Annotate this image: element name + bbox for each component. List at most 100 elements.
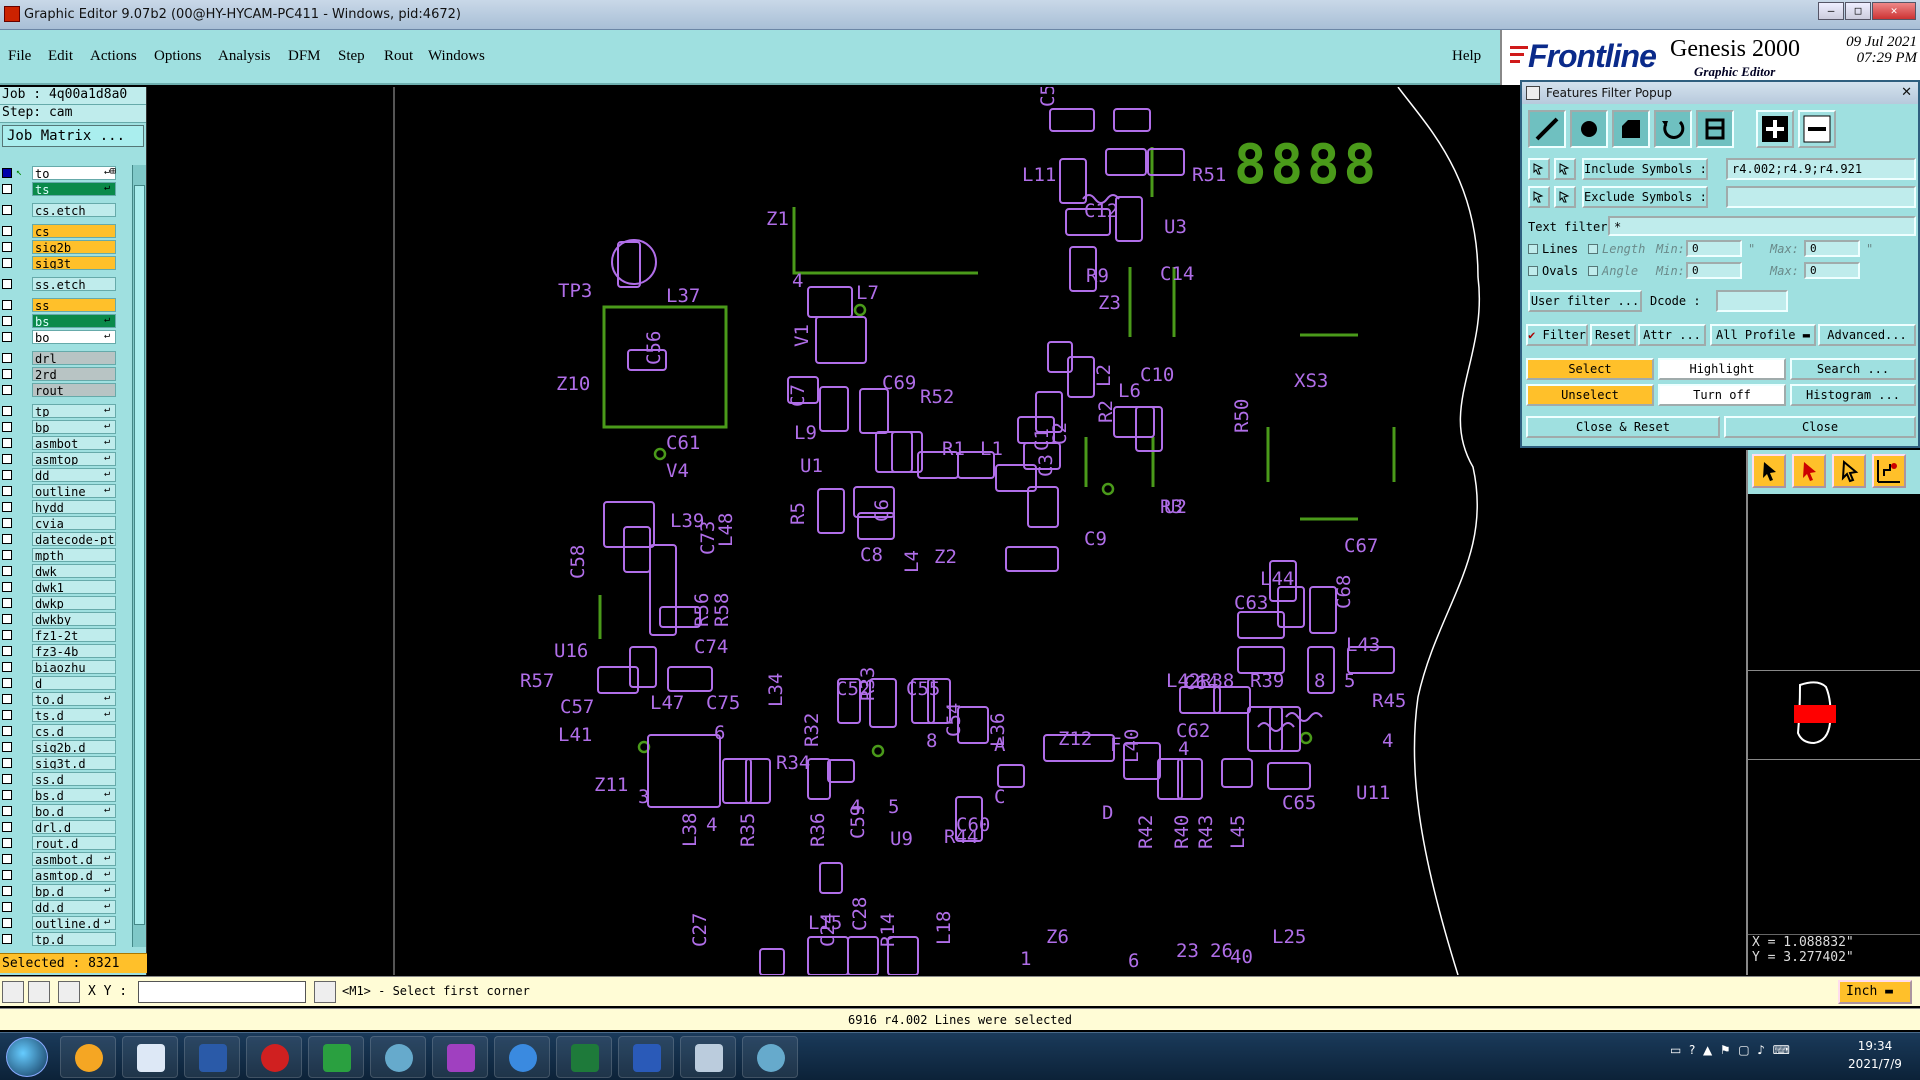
layer-checkbox[interactable] <box>2 646 12 656</box>
layer-checkbox[interactable] <box>2 226 12 236</box>
layer-row[interactable]: sig2b <box>0 239 132 255</box>
snap-pointer-button[interactable] <box>1752 454 1786 488</box>
user-filter-button[interactable]: User filter ... <box>1528 290 1642 312</box>
layer-checkbox[interactable] <box>2 502 12 512</box>
layer-checkbox[interactable] <box>2 534 12 544</box>
layer-row[interactable]: d <box>0 675 132 691</box>
taskbar-app-eye[interactable] <box>370 1036 426 1078</box>
layer-checkbox[interactable] <box>2 694 12 704</box>
snap-grid-button[interactable] <box>1872 454 1906 488</box>
layer-row[interactable]: ts ↵ <box>0 181 132 197</box>
length-min-field[interactable]: 0 <box>1686 240 1742 257</box>
layer-name[interactable]: dwk1 <box>32 580 116 594</box>
layer-checkbox[interactable] <box>2 518 12 528</box>
lines-checkbox[interactable] <box>1528 244 1538 254</box>
menu-options[interactable]: Options <box>154 48 202 65</box>
attr-button[interactable]: Attr ... <box>1638 324 1706 346</box>
layer-name[interactable]: dwk <box>32 564 116 578</box>
layer-row[interactable]: asmbot ↵ <box>0 435 132 451</box>
popup-close-icon[interactable]: ✕ <box>1901 82 1912 104</box>
layer-name[interactable]: tp.d <box>32 932 116 946</box>
taskbar-app-eye2[interactable] <box>742 1036 798 1078</box>
layer-row[interactable]: ts.d ↵ <box>0 707 132 723</box>
layer-checkbox[interactable] <box>2 886 12 896</box>
layer-checkbox[interactable] <box>2 678 12 688</box>
taskbar-clock[interactable]: 19:34 2021/7/9 <box>1840 1037 1910 1073</box>
layer-row[interactable]: ↖ to ↵⊞ <box>0 165 132 181</box>
layer-name[interactable]: fz3-4b <box>32 644 116 658</box>
snap-red-pointer-button[interactable] <box>1792 454 1826 488</box>
layer-name[interactable]: 2rd <box>32 367 116 381</box>
exclude-symbols-field[interactable] <box>1726 186 1916 208</box>
layer-row[interactable]: ss <box>0 297 132 313</box>
layer-checkbox[interactable] <box>2 934 12 944</box>
layer-name[interactable]: biaozhu <box>32 660 116 674</box>
layer-row[interactable]: asmbot.d ↵ <box>0 851 132 867</box>
layer-checkbox[interactable] <box>2 279 12 289</box>
layer-checkbox[interactable] <box>2 205 12 215</box>
text-filter-field[interactable]: * <box>1608 216 1916 236</box>
menu-file[interactable]: File <box>8 48 31 65</box>
layer-checkbox[interactable] <box>2 300 12 310</box>
taskbar-app-genesis[interactable] <box>246 1036 302 1078</box>
menu-help[interactable]: Help <box>1452 48 1481 65</box>
layer-checkbox[interactable] <box>2 168 12 178</box>
layer-checkbox[interactable] <box>2 470 12 480</box>
layer-name[interactable]: ss.etch <box>32 277 116 291</box>
layer-row[interactable]: cs.d <box>0 723 132 739</box>
ovals-checkbox[interactable] <box>1528 266 1538 276</box>
menu-actions[interactable]: Actions <box>90 48 137 65</box>
layer-row[interactable]: rout.d <box>0 835 132 851</box>
text-cursor-icon[interactable] <box>314 981 336 1003</box>
layer-row[interactable]: mpth <box>0 547 132 563</box>
layer-checkbox[interactable] <box>2 550 12 560</box>
pad-feature-button[interactable] <box>1570 110 1608 148</box>
taskbar-app-feather[interactable] <box>494 1036 550 1078</box>
layer-row[interactable]: to.d ↵ <box>0 691 132 707</box>
layer-row[interactable]: drl <box>0 350 132 366</box>
layer-checkbox[interactable] <box>2 566 12 576</box>
all-profile-dropdown[interactable]: All Profile ▬ <box>1710 324 1816 346</box>
histogram-button[interactable]: Histogram ... <box>1790 384 1916 406</box>
layer-row[interactable]: fz3-4b <box>0 643 132 659</box>
layer-name[interactable]: dwkp <box>32 596 116 610</box>
layer-row[interactable]: bp ↵ <box>0 419 132 435</box>
layer-row[interactable]: fz1-2t <box>0 627 132 643</box>
taskbar-app-notepad[interactable] <box>122 1036 178 1078</box>
layer-checkbox[interactable] <box>2 258 12 268</box>
layer-checkbox[interactable] <box>2 406 12 416</box>
include-pick-all-button[interactable] <box>1554 158 1576 180</box>
taskbar-app-drive[interactable] <box>680 1036 736 1078</box>
include-pick-button[interactable] <box>1528 158 1550 180</box>
layer-checkbox[interactable] <box>2 614 12 624</box>
highlight-button[interactable]: Highlight <box>1658 358 1786 380</box>
layer-checkbox[interactable] <box>2 369 12 379</box>
system-tray[interactable]: ▭ ? ▲ ⚑ ▢ ♪ ⌨ <box>1670 1043 1790 1057</box>
exclude-pick-button[interactable] <box>1528 186 1550 208</box>
layer-name[interactable]: rout <box>32 383 116 397</box>
layer-checkbox[interactable] <box>2 710 12 720</box>
layer-name[interactable]: dwkby <box>32 612 116 626</box>
filter-toggle[interactable]: ✔ Filter <box>1526 324 1588 346</box>
layer-checkbox[interactable] <box>2 758 12 768</box>
layer-checkbox[interactable] <box>2 902 12 912</box>
layer-name[interactable]: sig2b <box>32 240 116 254</box>
layer-row[interactable]: bp.d ↵ <box>0 883 132 899</box>
layer-checkbox[interactable] <box>2 918 12 928</box>
select-button[interactable]: Select <box>1526 358 1654 380</box>
layer-name[interactable]: mpth <box>32 548 116 562</box>
menu-windows[interactable]: Windows <box>428 48 485 65</box>
layer-checkbox[interactable] <box>2 662 12 672</box>
minimize-button[interactable]: – <box>1818 2 1844 20</box>
menu-edit[interactable]: Edit <box>48 48 73 65</box>
layer-name[interactable]: drl.d <box>32 820 116 834</box>
menu-dfm[interactable]: DFM <box>288 48 321 65</box>
layer-checkbox[interactable] <box>2 630 12 640</box>
layer-checkbox[interactable] <box>2 454 12 464</box>
layer-name[interactable]: fz1-2t <box>32 628 116 642</box>
layer-name[interactable]: rout.d <box>32 836 116 850</box>
layer-row[interactable]: rout <box>0 382 132 398</box>
snap-outline-pointer-button[interactable] <box>1832 454 1866 488</box>
layer-row[interactable]: tp.d <box>0 931 132 947</box>
exclude-symbols-button[interactable]: Exclude Symbols : <box>1582 186 1708 208</box>
